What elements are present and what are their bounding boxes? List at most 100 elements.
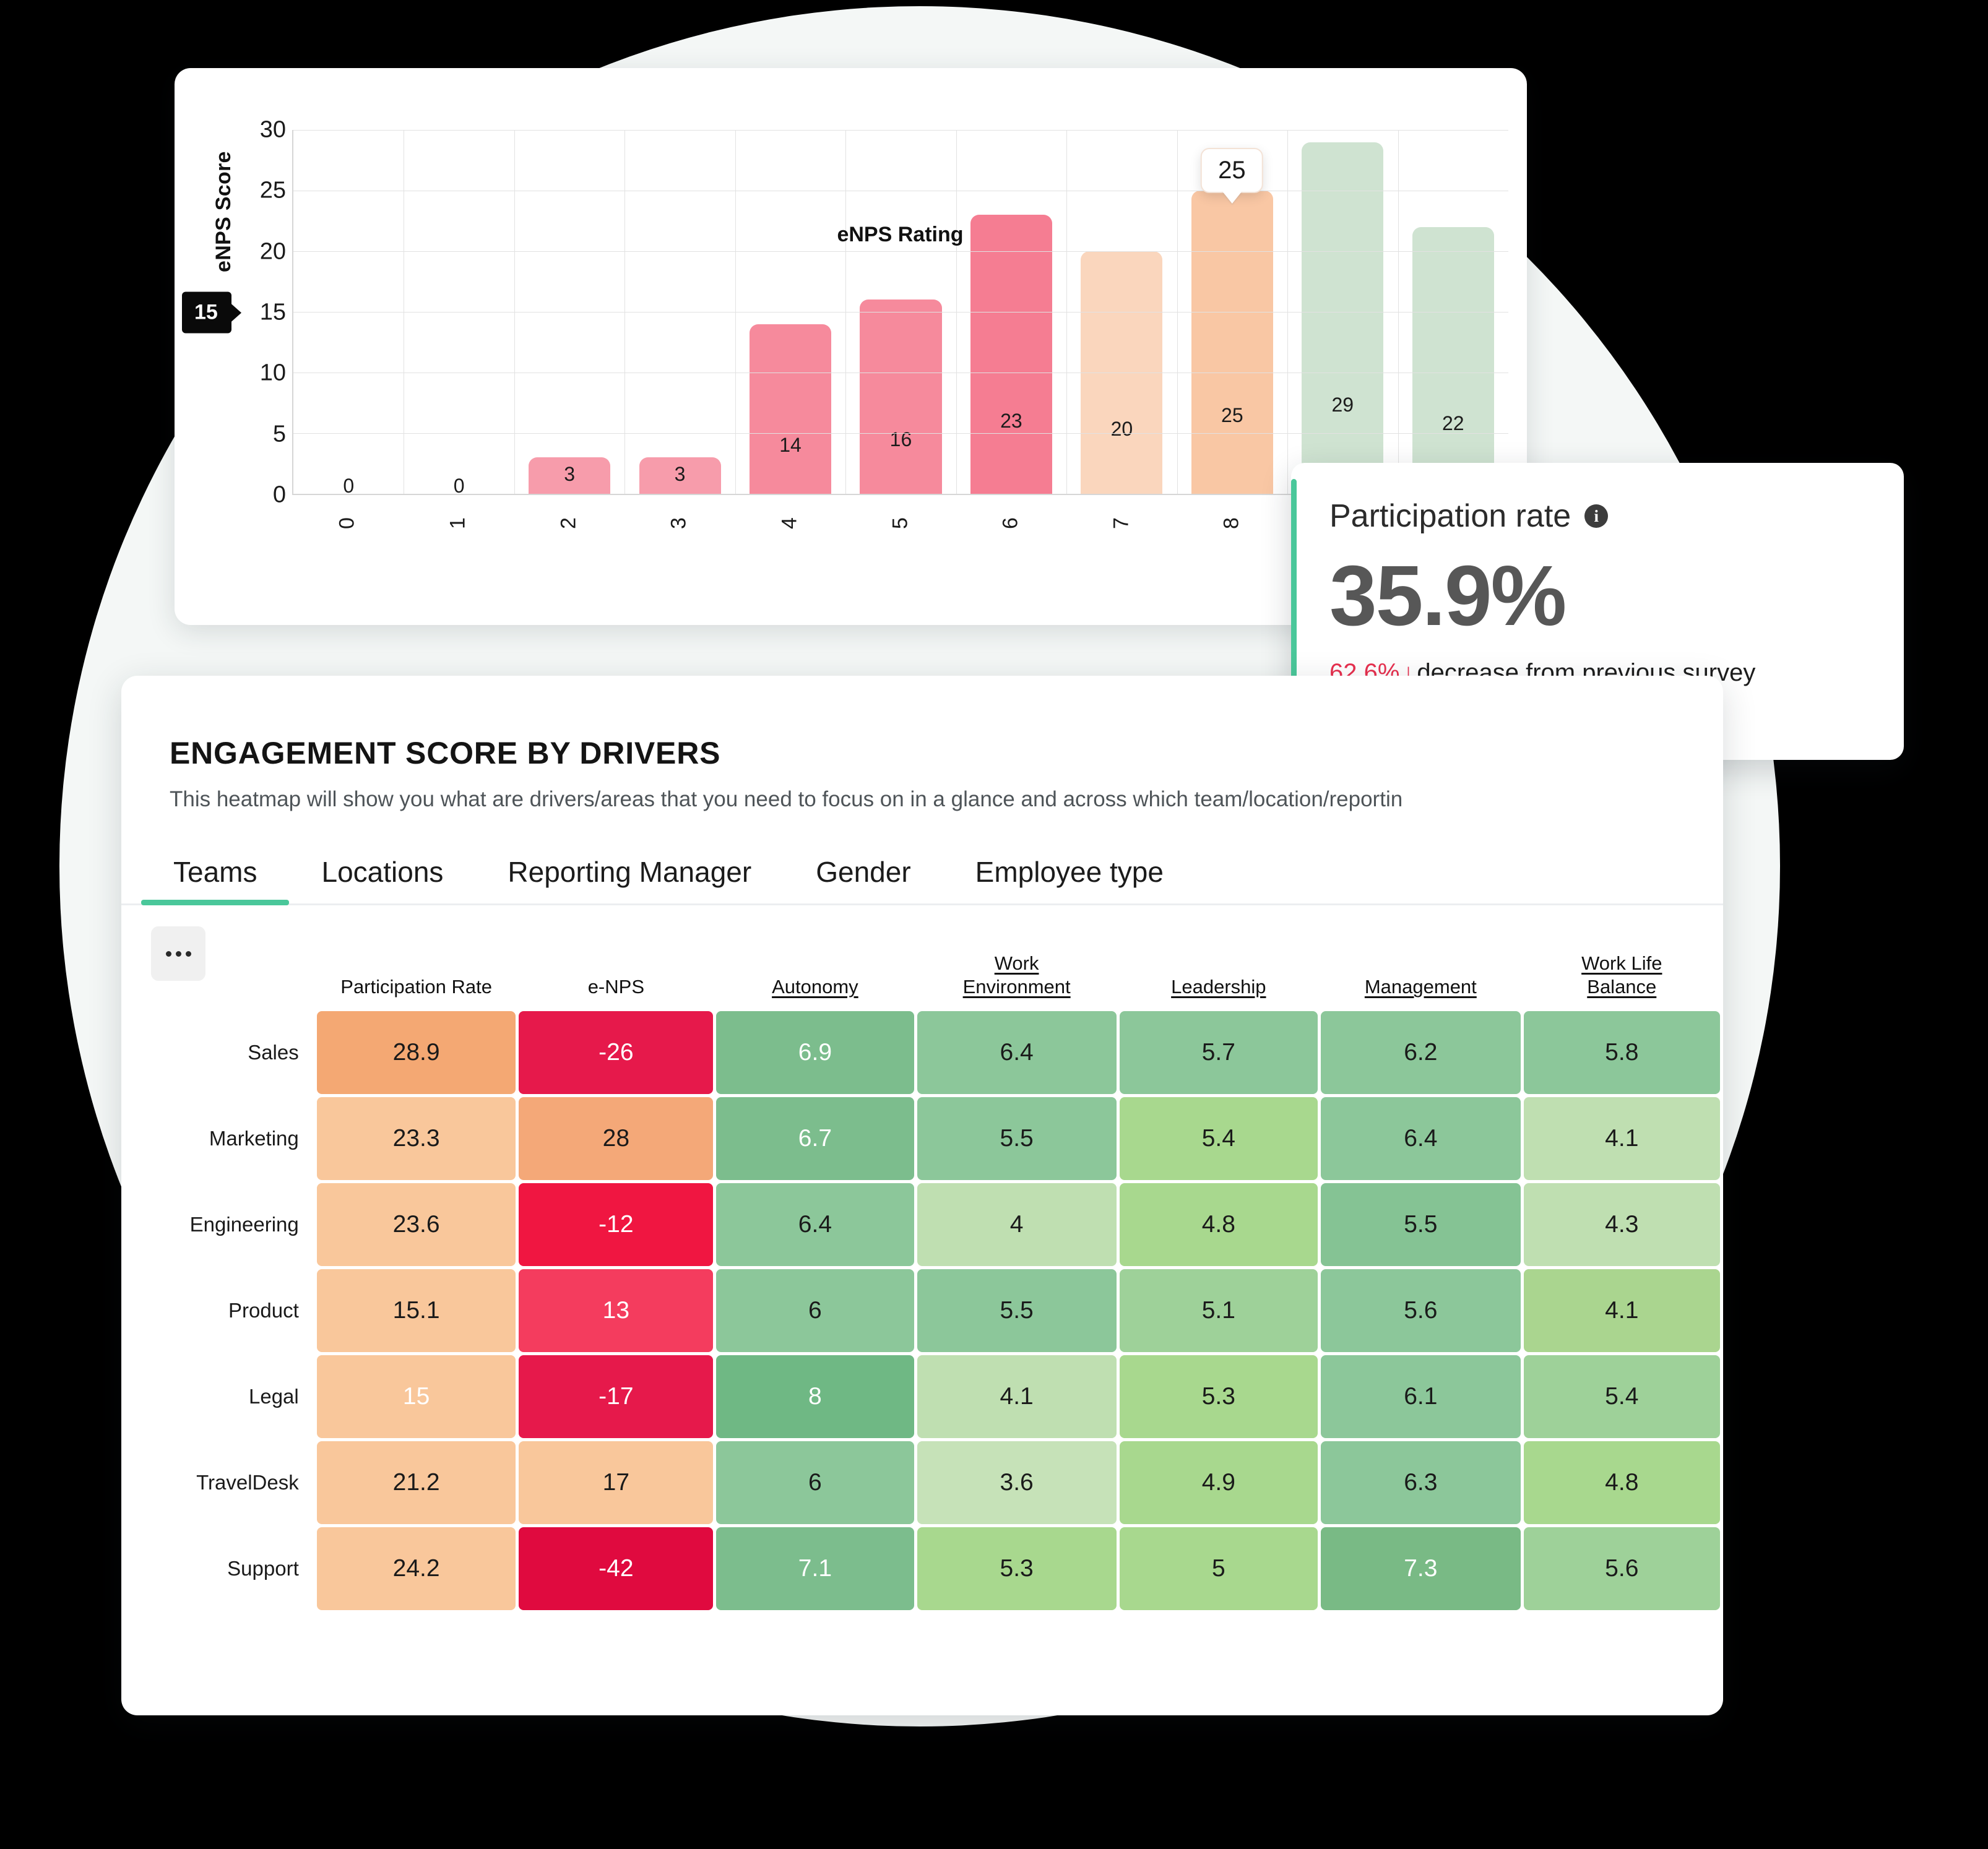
bar-value-label: 25	[1221, 404, 1243, 427]
chart-bar[interactable]: 22	[1412, 226, 1494, 494]
heatmap-cell[interactable]: 6	[716, 1269, 914, 1352]
heatmap-cell[interactable]: 4.1	[1523, 1269, 1720, 1352]
x-tick-label: 0	[335, 517, 359, 529]
row-header: Marketing	[209, 1126, 299, 1150]
heatmap-cell[interactable]: 8	[716, 1355, 914, 1438]
column-header-line: Leadership	[1171, 976, 1266, 998]
heatmap-cell[interactable]: 7.1	[716, 1527, 914, 1610]
table-row: Engineering 23.6 -12 6.4 4 4.8 5.5 4.3	[173, 1183, 1720, 1266]
heatmap-cell[interactable]: -17	[519, 1355, 714, 1438]
table-row: Marketing 23.3 28 6.7 5.5 5.4 6.4 4.1	[173, 1097, 1720, 1180]
heatmap-cell[interactable]: 17	[519, 1441, 714, 1524]
heatmap-cell[interactable]: 24.2	[316, 1527, 516, 1610]
heatmap-cell[interactable]: 4.8	[1523, 1441, 1720, 1524]
participation-title: Participation rate	[1329, 498, 1571, 534]
info-icon[interactable]: i	[1584, 504, 1609, 528]
heatmap-cell[interactable]: 5.3	[1119, 1355, 1318, 1438]
heatmap-cell[interactable]: 6.4	[716, 1183, 914, 1266]
heatmap-header-row: Participation Rate e-NPS Autonomy Work Envir…	[173, 952, 1720, 1008]
column-header[interactable]: Management	[1321, 952, 1521, 1008]
heatmap-cell[interactable]: 21.2	[316, 1441, 516, 1524]
table-row: Support 24.2 -42 7.1 5.3 5 7.3 5.6	[173, 1527, 1720, 1610]
bar-value-label: 22	[1441, 412, 1464, 435]
heatmap-cell[interactable]: 6.4	[1321, 1097, 1521, 1180]
heatmap-cell[interactable]: 28	[519, 1097, 714, 1180]
heatmap-cell[interactable]: 6	[716, 1441, 914, 1524]
heatmap-cell[interactable]: 4.9	[1119, 1441, 1318, 1524]
tab-teams[interactable]: Teams	[141, 839, 290, 905]
column-header-line: Participation Rate	[340, 976, 492, 998]
chart-bar[interactable]: 29	[1302, 142, 1384, 494]
heatmap-cell[interactable]: 4.8	[1119, 1183, 1318, 1266]
vertical-gridline	[1287, 130, 1289, 494]
heatmap-tabs[interactable]: Teams Locations Reporting Manager Gender Emp…	[121, 839, 1723, 905]
vertical-gridline	[514, 130, 515, 494]
vertical-gridline	[845, 130, 847, 494]
column-header[interactable]: Leadership	[1120, 952, 1318, 1008]
heatmap-cell[interactable]: 6.3	[1321, 1441, 1521, 1524]
heatmap-table[interactable]: Participation Rate e-NPS Autonomy Work Envir…	[170, 949, 1723, 1613]
chart-bar[interactable]: 14	[750, 324, 832, 494]
heatmap-cell[interactable]: 6.9	[716, 1011, 914, 1094]
chart-bar[interactable]: 23	[970, 215, 1052, 494]
x-tick-label: 4	[777, 517, 802, 529]
heatmap-cell[interactable]: 5.7	[1119, 1011, 1318, 1094]
heatmap-cell[interactable]: 5.6	[1523, 1527, 1720, 1610]
heatmap-cell[interactable]: 3.6	[917, 1441, 1117, 1524]
heatmap-cell[interactable]: 7.3	[1321, 1527, 1521, 1610]
x-tick-label: 3	[667, 517, 691, 529]
heatmap-cell[interactable]: -26	[519, 1011, 714, 1094]
heatmap-cell[interactable]: 6.2	[1321, 1011, 1521, 1094]
heatmap-cell[interactable]: 15.1	[316, 1269, 516, 1352]
tab-employee-type[interactable]: Employee type	[943, 839, 1196, 903]
heatmap-cell[interactable]: 5.5	[1321, 1183, 1521, 1266]
heatmap-cell[interactable]: 15	[316, 1355, 516, 1438]
bar-value-label: 0	[343, 475, 355, 497]
bar-value-tooltip: 25	[1201, 148, 1263, 194]
heatmap-cell[interactable]: -12	[519, 1183, 714, 1266]
chart-bar[interactable]: 3	[639, 457, 721, 494]
x-tick-label: 7	[1109, 517, 1133, 529]
heatmap-cell[interactable]: 5.4	[1119, 1097, 1318, 1180]
heatmap-cell[interactable]: 5.8	[1523, 1011, 1720, 1094]
heatmap-cell[interactable]: 5	[1119, 1527, 1318, 1610]
heatmap-cell[interactable]: 5.6	[1321, 1269, 1521, 1352]
enps-score-marker: 15	[182, 291, 231, 334]
heatmap-cell[interactable]: 5.4	[1523, 1355, 1720, 1438]
heatmap-cell[interactable]: 6.1	[1321, 1355, 1521, 1438]
heatmap-cell[interactable]: 6.4	[917, 1011, 1117, 1094]
heatmap-cell[interactable]: 5.5	[917, 1097, 1117, 1180]
heatmap-cell[interactable]: 4.3	[1523, 1183, 1720, 1266]
y-tick-label: 15	[259, 299, 286, 325]
column-header[interactable]: Work Life Balance	[1524, 952, 1720, 1008]
tab-reporting-manager[interactable]: Reporting Manager	[475, 839, 784, 903]
heatmap-cell[interactable]: 28.9	[316, 1011, 516, 1094]
chart-bar[interactable]: 16	[860, 300, 942, 494]
heatmap-cell[interactable]: 13	[519, 1269, 714, 1352]
bar-value-label: 14	[779, 433, 802, 456]
heatmap-cell[interactable]: 5.3	[917, 1527, 1117, 1610]
horizontal-gridline	[293, 130, 1508, 131]
heatmap-cell[interactable]: 4	[917, 1183, 1117, 1266]
y-tick-label: 20	[259, 238, 286, 265]
heatmap-cell[interactable]: 4.1	[1523, 1097, 1720, 1180]
column-header[interactable]: Autonomy	[716, 952, 914, 1008]
y-tick-label: 25	[259, 177, 286, 204]
heatmap-cell[interactable]: 6.7	[716, 1097, 914, 1180]
heatmap-cell[interactable]: 23.3	[316, 1097, 516, 1180]
chart-bar[interactable]: 3	[529, 457, 611, 494]
heatmap-cell[interactable]: 4.1	[917, 1355, 1117, 1438]
heatmap-cell[interactable]: 23.6	[316, 1183, 516, 1266]
plot-grid[interactable]: 0 0 3 3 14 16 23 20 25 29 22	[292, 130, 1508, 497]
heatmap-cell[interactable]: 5.1	[1119, 1269, 1318, 1352]
x-axis-title: eNPS Rating	[837, 223, 964, 246]
column-header[interactable]: Work Environment	[917, 952, 1117, 1008]
x-tick: 3	[624, 495, 735, 569]
tab-locations[interactable]: Locations	[289, 839, 475, 903]
heatmap-cell[interactable]: 5.5	[917, 1269, 1117, 1352]
heatmap-cell[interactable]: -42	[519, 1527, 714, 1610]
bar-value-label: 20	[1110, 417, 1133, 440]
x-tick-label: 2	[556, 517, 581, 529]
bar-value-label: 3	[564, 463, 576, 486]
tab-gender[interactable]: Gender	[784, 839, 943, 903]
